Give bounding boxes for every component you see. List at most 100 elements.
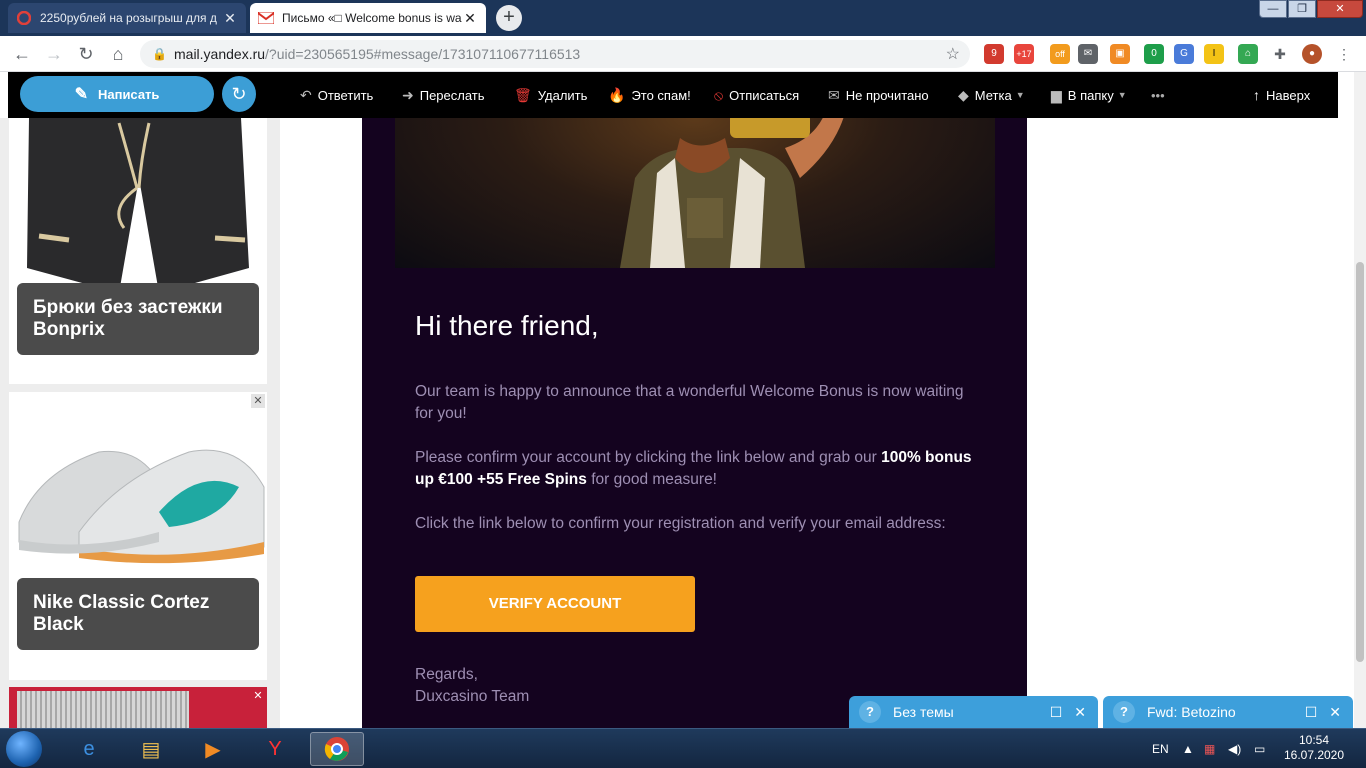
media-player-icon[interactable]: ▶ [186, 732, 240, 766]
shield-ext-icon[interactable]: 0 [1144, 44, 1164, 64]
lock-icon: 🔒 [152, 47, 167, 61]
maximize-button[interactable]: ❐ [1288, 0, 1316, 18]
close-window-button[interactable]: ✕ [1317, 0, 1363, 18]
chevron-down-icon: ▼ [1117, 90, 1127, 100]
profile-avatar[interactable]: ● [1302, 44, 1322, 64]
more-button[interactable]: ••• [1151, 86, 1165, 104]
spam-label: Это спам! [631, 87, 691, 103]
tab-title: 2250рублей на розыгрыш для д [40, 11, 217, 25]
start-button[interactable] [6, 731, 42, 767]
folder-label: В папку [1067, 87, 1114, 103]
home-ext-icon[interactable]: ⌂ [1238, 44, 1258, 64]
system-clock[interactable]: 10:54 16.07.2020 [1278, 733, 1350, 763]
close-tab-icon[interactable]: ✕ [222, 10, 238, 26]
shopping-ext-icon[interactable]: ▣ [1110, 44, 1130, 64]
bookmark-star-icon[interactable]: ☆ [946, 44, 960, 64]
mail-ext-icon[interactable]: ✉ [1078, 44, 1098, 64]
ad-title: Nike Classic Cortez Black [17, 578, 259, 650]
unsubscribe-button[interactable]: ⦸ Отписаться [714, 86, 799, 104]
label-button[interactable]: ◆ Метка ▼ [958, 86, 1025, 104]
ad-card[interactable]: ✕ [9, 687, 267, 728]
chrome-icon[interactable] [310, 732, 364, 766]
opera-icon [16, 10, 32, 26]
compose-button[interactable]: ✎ Написать [20, 76, 214, 112]
para2-text-end: for good measure! [586, 471, 717, 488]
minimized-title: Без темы [893, 704, 954, 720]
address-bar[interactable]: 🔒 mail.yandex.ru /?uid=230565195#message… [140, 40, 970, 68]
extensions-puzzle-icon[interactable]: ✚ [1270, 44, 1290, 64]
minimized-message-no-subject[interactable]: ? Без темы ☐ ✕ [849, 696, 1098, 728]
scrollbar-thumb[interactable] [1356, 262, 1364, 662]
forward-label: Переслать [419, 87, 485, 103]
reload-icon[interactable]: ↻ [74, 42, 98, 66]
language-indicator[interactable]: EN [1152, 729, 1169, 768]
page-scrollbar[interactable] [1354, 72, 1366, 728]
action-center-icon[interactable]: ▭ [1254, 729, 1265, 768]
translate-ext-icon[interactable]: G [1174, 44, 1194, 64]
new-tab-button[interactable]: + [496, 5, 522, 31]
scroll-top-button[interactable]: ↑ Наверх [1253, 86, 1310, 104]
tab-strip: 2250рублей на розыгрыш для д ✕ Письмо «□… [0, 0, 1366, 36]
url-path: /?uid=230565195#message/1731071106771165… [265, 46, 581, 62]
forward-arrow-icon[interactable]: → [42, 42, 66, 66]
minimize-button[interactable]: — [1259, 0, 1287, 18]
folder-icon: ▆ [1051, 86, 1062, 103]
mail-page: Брюки без застежки Bonprix ✕ Nike Classi… [0, 118, 1354, 728]
ad-card[interactable]: ✕ Nike Classic Cortez Black [9, 392, 267, 680]
ad-column: Брюки без застежки Bonprix ✕ Nike Classi… [0, 118, 280, 728]
ie-icon[interactable]: e [62, 732, 116, 766]
browser-window: 2250рублей на розыгрыш для д ✕ Письмо «□… [0, 0, 1366, 728]
top-label: Наверх [1266, 87, 1311, 103]
close-icon[interactable]: ✕ [1329, 704, 1341, 721]
compose-label: Написать [97, 86, 160, 102]
more-label: ••• [1151, 87, 1165, 103]
sneaker-image [9, 392, 267, 572]
explorer-illustration [620, 118, 844, 268]
expand-icon[interactable]: ☐ [1050, 704, 1063, 721]
tab-title: Письмо «□ Welcome bonus is wa [282, 11, 462, 25]
pants-image [9, 118, 267, 298]
close-ad-icon[interactable]: ✕ [251, 689, 265, 703]
close-icon[interactable]: ✕ [1074, 704, 1086, 721]
refresh-button[interactable]: ↻ [222, 76, 256, 112]
spam-button[interactable]: 🔥 Это спам! [608, 86, 691, 104]
tab-giveaway[interactable]: 2250рублей на розыгрыш для д ✕ [8, 3, 246, 33]
menu-dots-icon[interactable]: ⋮ [1334, 44, 1354, 64]
minimized-message-fwd[interactable]: ? Fwd: Betozino ☐ ✕ [1103, 696, 1353, 728]
reply-button[interactable]: ↶ Ответить [300, 86, 373, 104]
email-greeting: Hi there friend, [415, 310, 599, 341]
verify-account-button[interactable]: VERIFY ACCOUNT [415, 576, 695, 632]
close-ad-icon[interactable]: ✕ [251, 394, 265, 408]
unsubscribe-label: Отписаться [729, 87, 800, 103]
bookmark-ext-icon[interactable]: I [1204, 44, 1224, 64]
ad-card[interactable]: Брюки без застежки Bonprix [9, 118, 267, 384]
explorer-folder-icon[interactable]: ▤ [124, 732, 178, 766]
unread-label: Не прочитано [845, 87, 929, 103]
gmail-icon [258, 10, 274, 26]
volume-icon[interactable]: ◀) [1228, 729, 1241, 768]
delete-label: Удалить [537, 87, 588, 103]
browser-toolbar: ← → ↻ ⌂ 🔒 mail.yandex.ru /?uid=230565195… [0, 36, 1366, 72]
regards-text: Regards, [415, 666, 478, 683]
yandex-browser-icon[interactable]: Y [248, 732, 302, 766]
back-arrow-icon[interactable]: ← [10, 42, 34, 66]
forward-icon: ➜ [402, 86, 414, 103]
discount-ext-icon[interactable]: off [1050, 44, 1070, 64]
email-signoff: Regards, Duxcasino Team [415, 664, 529, 708]
move-folder-button[interactable]: ▆ В папку ▼ [1051, 86, 1127, 104]
mark-unread-button[interactable]: ✉ Не прочитано [828, 86, 929, 104]
weather-ext-icon[interactable]: +17 [1014, 44, 1034, 64]
tray-arrow-icon[interactable]: ▲ [1182, 729, 1194, 768]
gutter [280, 118, 362, 728]
label-label: Метка [974, 87, 1012, 103]
expand-icon[interactable]: ☐ [1305, 704, 1318, 721]
opera-ext-icon[interactable]: 9 [984, 44, 1004, 64]
tab-mail[interactable]: Письмо «□ Welcome bonus is wa ✕ [250, 3, 486, 33]
close-tab-icon[interactable]: ✕ [462, 10, 478, 26]
delete-button[interactable]: 🗑 Удалить [514, 86, 587, 104]
home-icon[interactable]: ⌂ [106, 42, 130, 66]
network-icon[interactable]: ▦ [1204, 729, 1215, 768]
forward-button[interactable]: ➜ Переслать [402, 86, 485, 104]
minimized-title: Fwd: Betozino [1147, 704, 1236, 720]
email-paragraph-2: Please confirm your account by clicking … [415, 447, 975, 491]
